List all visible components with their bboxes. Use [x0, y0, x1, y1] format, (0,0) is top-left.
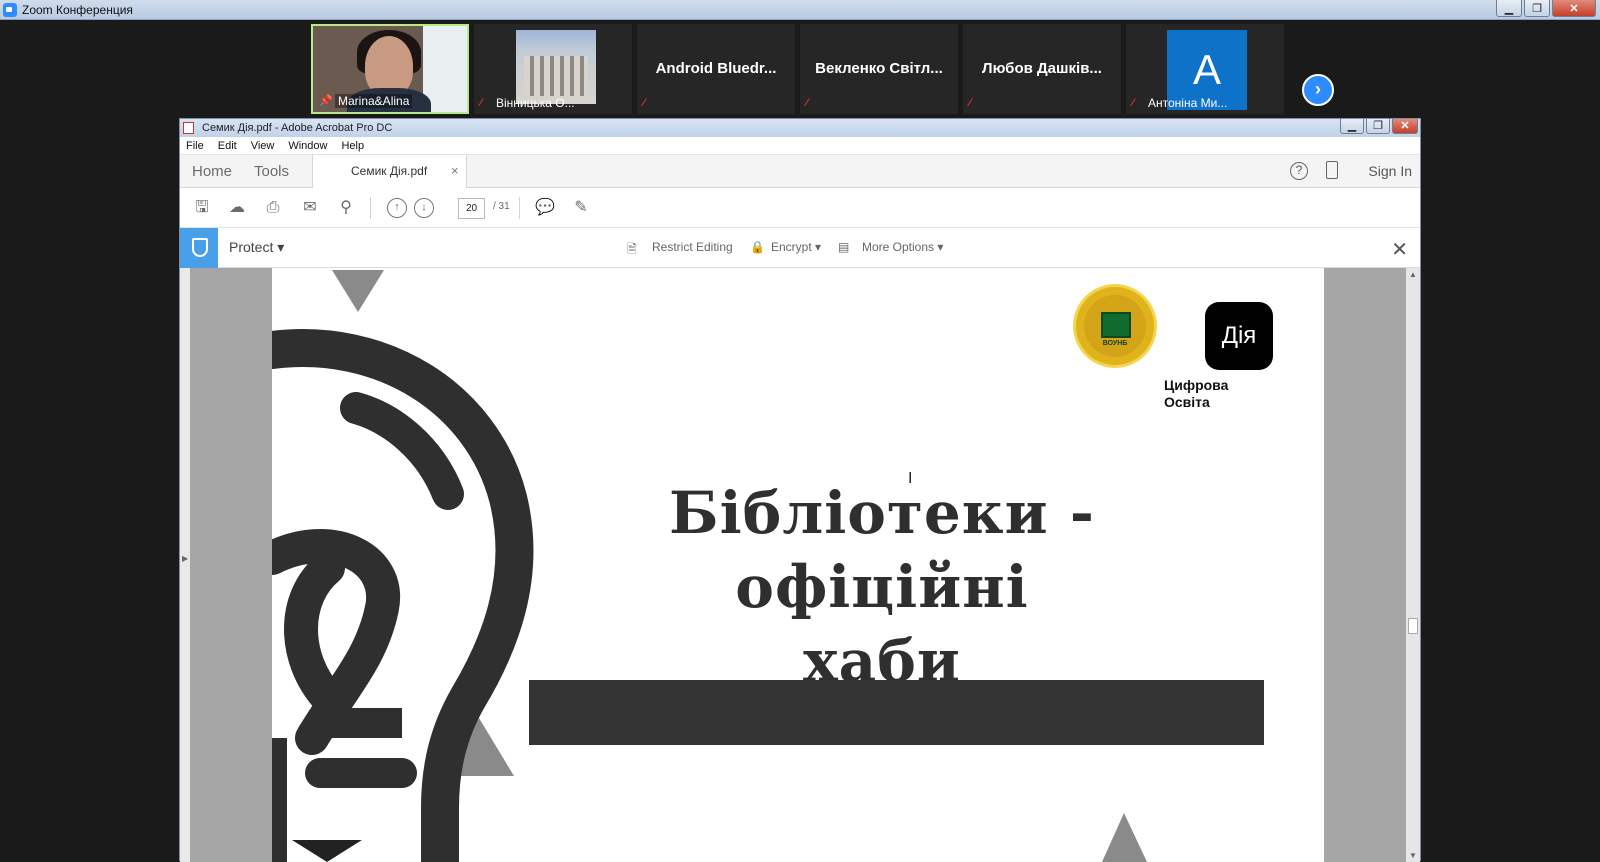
participant-photo [516, 30, 596, 104]
next-page-icon[interactable]: ↓ [414, 198, 434, 218]
acrobat-window: Семик Дія.pdf - Adobe Acrobat Pro DC ▁ ❐… [179, 118, 1421, 862]
save-icon[interactable]: 🖫 [192, 198, 212, 218]
menu-view[interactable]: View [251, 137, 275, 154]
menu-window[interactable]: Window [288, 137, 327, 154]
acrobat-title-bar: Семик Дія.pdf - Adobe Acrobat Pro DC ▁ ❐… [180, 119, 1420, 137]
muted-mic-icon: ⁄ [806, 97, 808, 109]
menu-help[interactable]: Help [341, 137, 364, 154]
participant-name: Векленко Світл... [815, 60, 943, 77]
participant-tile[interactable]: Android Bluedr... ⁄ [637, 24, 795, 114]
participant-name: Marina&Alina [335, 94, 413, 108]
options-icon: ▤ [838, 240, 850, 254]
previous-page-icon[interactable]: ↑ [387, 198, 407, 218]
pdf-page: ВОУНБ Дія Цифрова Освіта I Бібліотеки - … [272, 268, 1324, 862]
muted-mic-icon: ⁄ [1132, 97, 1134, 109]
vounb-logo: ВОУНБ [1073, 284, 1157, 368]
digital-education-label: Цифрова Освіта [1164, 377, 1229, 410]
scroll-down-icon[interactable]: ▼ [1409, 851, 1417, 860]
shield-icon[interactable] [180, 228, 218, 268]
email-icon[interactable]: ✉ [300, 198, 320, 218]
menu-bar: File Edit View Window Help [180, 137, 1420, 155]
encrypt-dropdown[interactable]: Encrypt ▾ [771, 240, 821, 254]
restore-button[interactable]: ❐ [1366, 119, 1390, 134]
zoom-title-bar: Zoom Конференция ▁ ❐ ✕ [0, 0, 1600, 20]
document-viewport: ▶ ВОУНБ Дія Цифрова Освіта I Бібліотеки … [180, 268, 1420, 862]
slide-dark-bar [529, 680, 1264, 745]
scroll-up-icon[interactable]: ▲ [1409, 270, 1417, 279]
scroll-thumb[interactable] [1408, 618, 1418, 634]
tab-home[interactable]: Home [192, 163, 232, 180]
upload-cloud-icon[interactable]: ☁ [227, 198, 247, 218]
participant-tile[interactable]: 📌 Marina&Alina [311, 24, 469, 114]
vertical-scrollbar[interactable]: ▲ ▼ [1406, 268, 1420, 862]
close-button[interactable]: ✕ [1552, 0, 1596, 17]
tab-tools[interactable]: Tools [254, 163, 289, 180]
participant-name: Антоніна Ми... [1148, 96, 1228, 110]
restrict-editing-button[interactable]: Restrict Editing [652, 240, 733, 254]
participant-gallery: 📌 Marina&Alina ⁄ Вінницька О... Android … [0, 20, 1600, 118]
comment-icon[interactable]: 💬 [535, 198, 555, 218]
participant-tile[interactable]: Векленко Світл... ⁄ [800, 24, 958, 114]
pin-icon: 📌 [319, 95, 333, 107]
participant-name: Вінницька О... [496, 96, 575, 110]
page-number-input[interactable]: 20 [458, 198, 485, 219]
search-icon[interactable]: ⚲ [336, 198, 356, 218]
zoom-app-icon [3, 3, 17, 17]
participant-tile[interactable]: ⁄ Вінницька О... [474, 24, 632, 114]
page-total: / 31 [493, 201, 510, 212]
muted-mic-icon: ⁄ [969, 97, 971, 109]
slide-title: Бібліотеки - офіційні хаби [669, 479, 1095, 695]
protect-dropdown[interactable]: Protect ▾ [229, 239, 284, 256]
participant-tile[interactable]: A ⁄ Антоніна Ми... [1126, 24, 1284, 114]
left-panel-toggle[interactable]: ▶ [180, 268, 190, 862]
tab-document-label: Семик Дія.pdf [351, 164, 428, 178]
diya-logo: Дія [1205, 302, 1273, 370]
main-toolbar: 🖫 ☁ ⎙ ✉ ⚲ ↑ ↓ 20 / 31 💬 ✎ [180, 188, 1420, 228]
minimize-button[interactable]: ▁ [1496, 0, 1522, 17]
tab-bar: Home Tools Семик Дія.pdf × ? Sign In [180, 155, 1420, 188]
minimize-button[interactable]: ▁ [1340, 119, 1364, 134]
mobile-link-icon[interactable] [1326, 161, 1338, 179]
close-icon[interactable]: ✕ [1391, 237, 1408, 262]
more-options-dropdown[interactable]: More Options ▾ [862, 240, 943, 254]
zoom-window-title: Zoom Конференция [22, 3, 133, 17]
book-icon [1101, 312, 1131, 338]
pdf-file-icon [183, 122, 194, 134]
protect-toolbar: Protect ▾ 🗎 Restrict Editing 🔒 Encrypt ▾… [180, 228, 1420, 268]
menu-file[interactable]: File [186, 137, 204, 154]
participant-video [365, 36, 413, 96]
menu-edit[interactable]: Edit [218, 137, 237, 154]
close-tab-icon[interactable]: × [451, 163, 459, 178]
participant-tile[interactable]: Любов Дашків... ⁄ [963, 24, 1121, 114]
help-icon[interactable]: ? [1290, 162, 1308, 180]
muted-mic-icon: ⁄ [480, 97, 482, 109]
lock-doc-icon: 🗎 [627, 242, 637, 256]
participant-name: Android Bluedr... [655, 60, 777, 77]
participant-name: Любов Дашків... [982, 60, 1102, 77]
pen-icon[interactable]: ✎ [571, 198, 591, 218]
lock-icon: 🔒 [750, 240, 765, 254]
next-page-icon[interactable]: › [1302, 74, 1334, 106]
restore-button[interactable]: ❐ [1524, 0, 1550, 17]
close-button[interactable]: ✕ [1392, 119, 1418, 134]
muted-mic-icon: ⁄ [643, 97, 645, 109]
tab-document[interactable]: Семик Дія.pdf × [312, 155, 467, 188]
sign-in-button[interactable]: Sign In [1368, 163, 1412, 179]
acrobat-window-title: Семик Дія.pdf - Adobe Acrobat Pro DC [202, 122, 393, 134]
print-icon[interactable]: ⎙ [263, 198, 283, 218]
